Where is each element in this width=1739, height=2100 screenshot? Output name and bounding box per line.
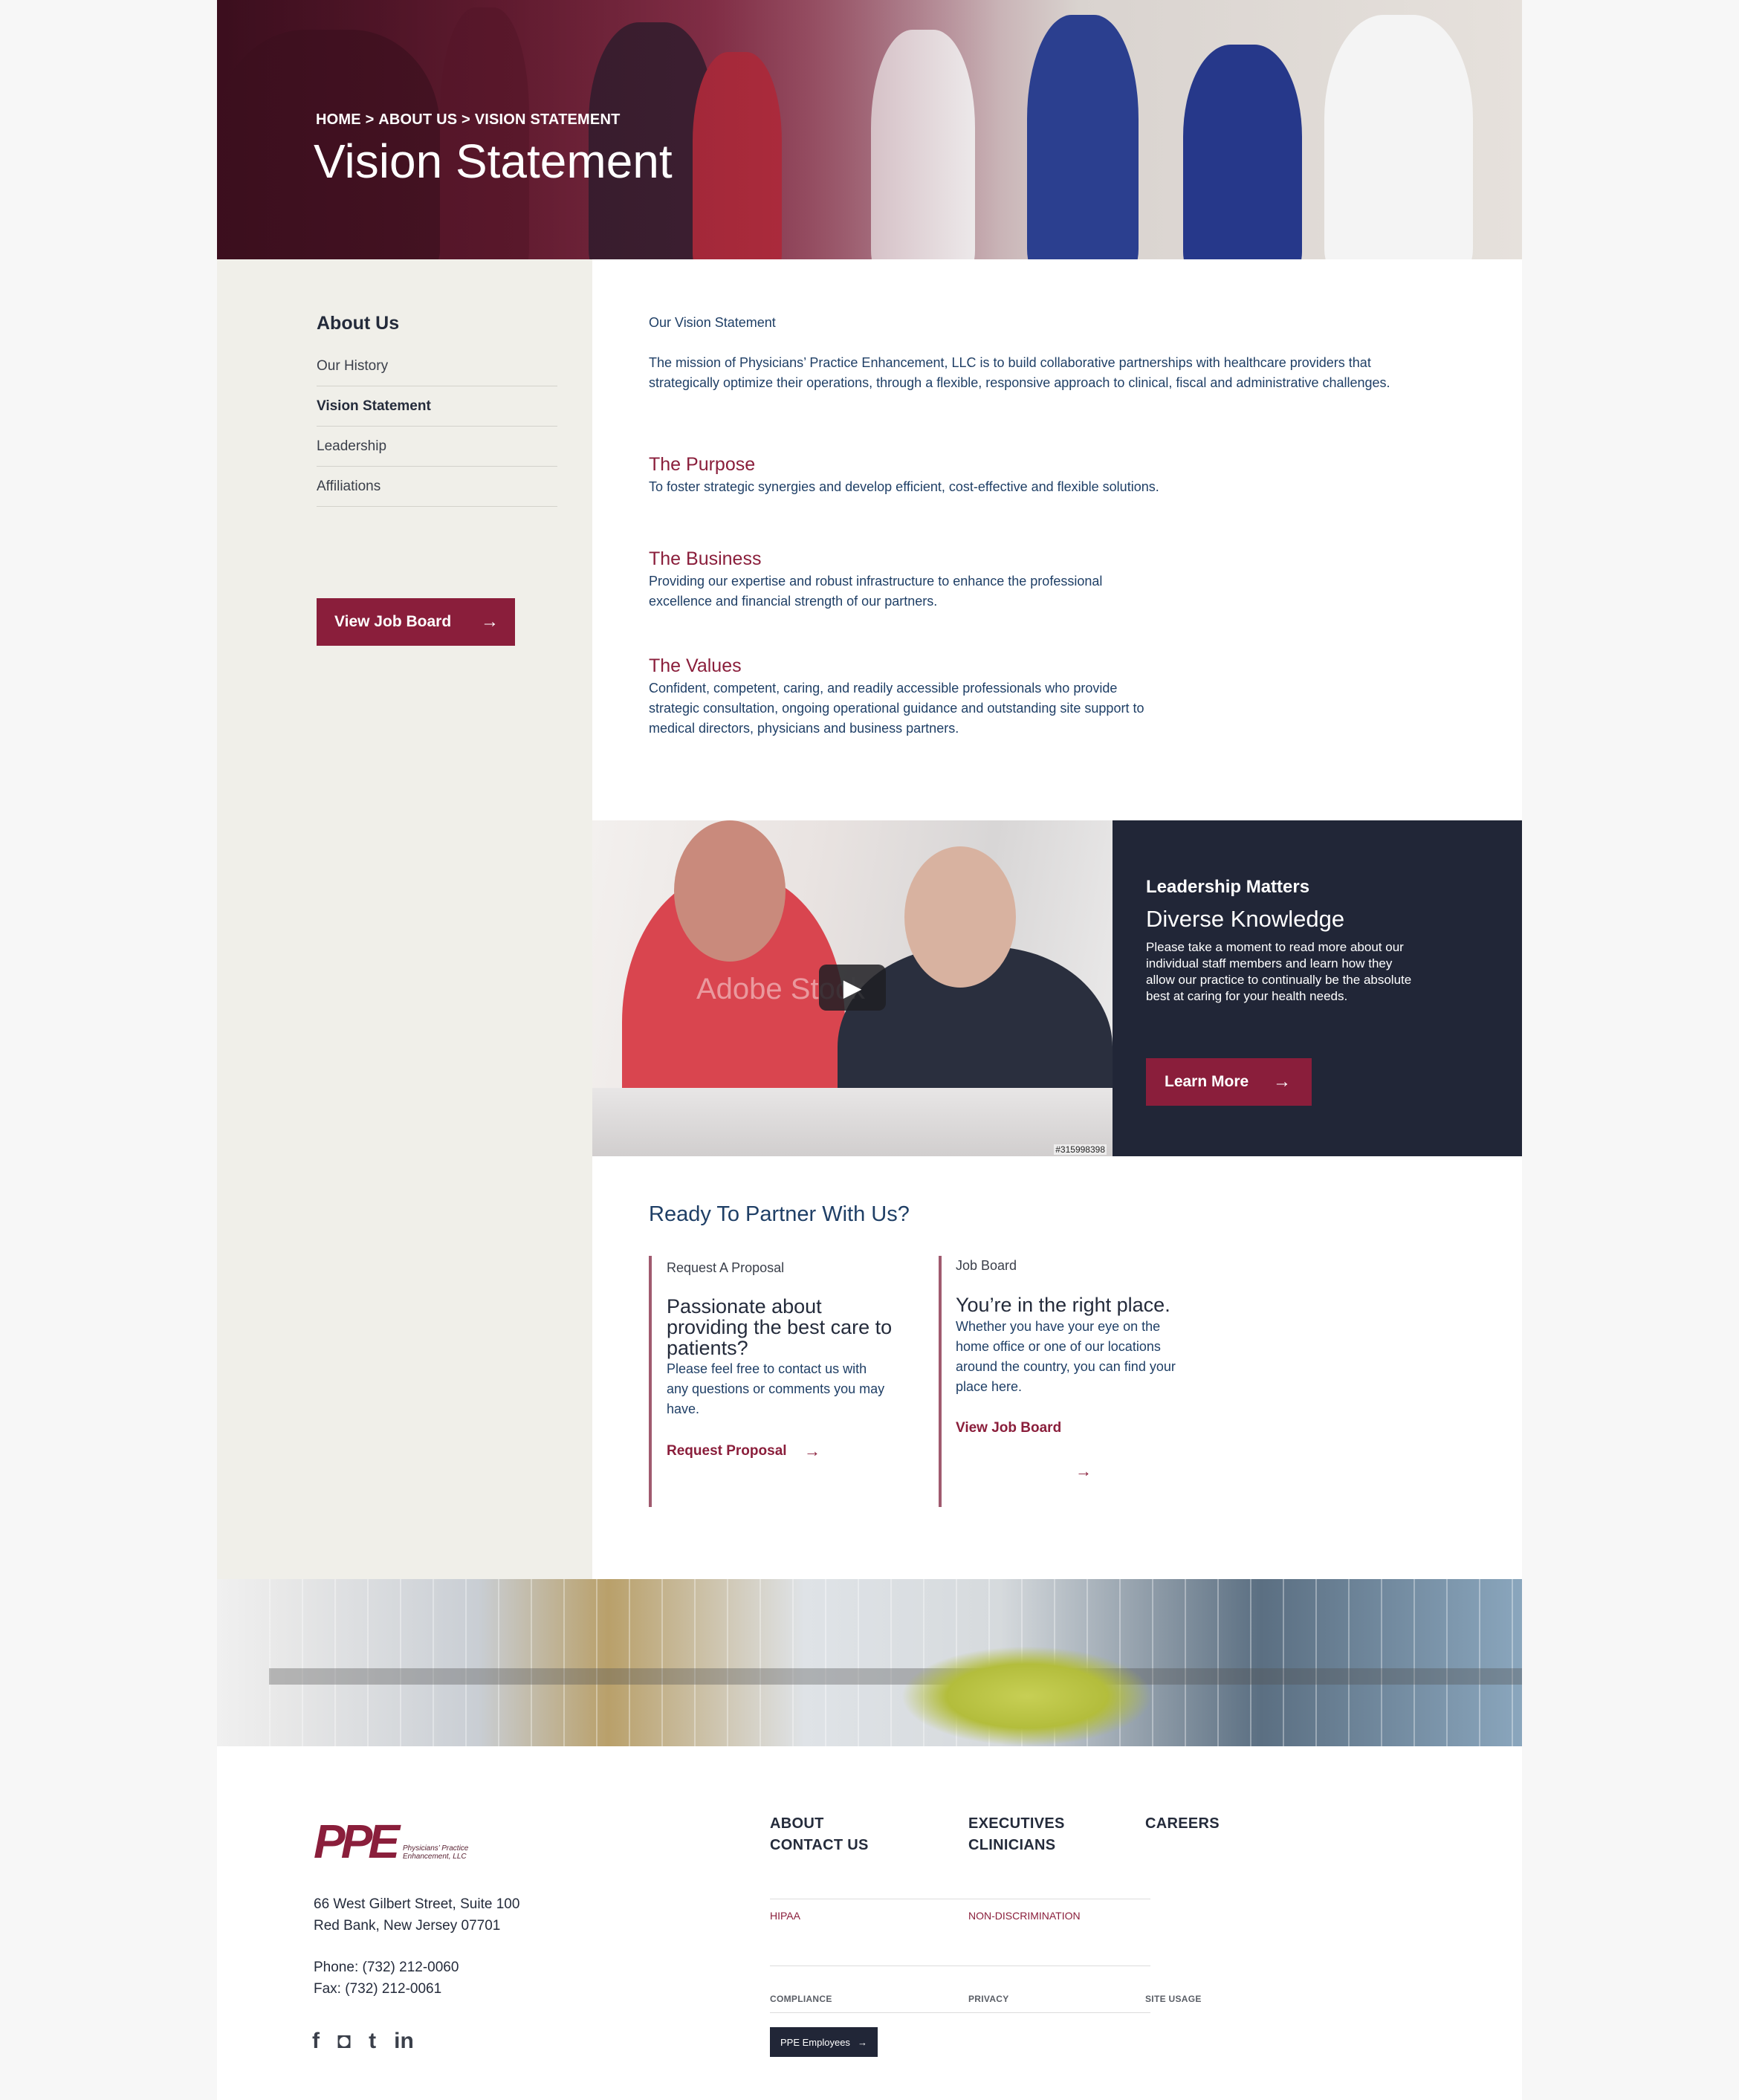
footer-divider: [770, 1965, 1150, 1966]
view-job-board-link[interactable]: View Job Board: [956, 1420, 1061, 1436]
request-proposal-link[interactable]: Request Proposal: [667, 1443, 787, 1459]
logo-mark: PPE: [314, 1815, 400, 1868]
video-person-head: [904, 846, 1016, 988]
footer-divider: [770, 2012, 1150, 2013]
footer-link-executives[interactable]: EXECUTIVES: [968, 1813, 1065, 1835]
job-board-label: Job Board: [956, 1258, 1017, 1273]
proposal-text: Please feel free to contact us with any …: [667, 1361, 885, 1416]
footer-link-hipaa[interactable]: HIPAA: [770, 1910, 800, 1922]
page-title: Vision Statement: [314, 135, 673, 188]
proposal-label: Request A Proposal: [667, 1260, 785, 1275]
sidebar-item-affiliations[interactable]: Affiliations: [317, 467, 557, 507]
sidebar-item-our-history[interactable]: Our History: [317, 346, 557, 386]
intro-text: The mission of Physicians’ Practice Enha…: [649, 355, 1390, 390]
building-trees: [901, 1646, 1153, 1746]
values-text: Confident, competent, caring, and readil…: [649, 681, 1144, 736]
fax-number: Fax: (732) 212-0061: [314, 1981, 442, 1997]
play-icon[interactable]: ▶: [819, 965, 886, 1011]
footer-link-careers[interactable]: CAREERS: [1145, 1813, 1220, 1835]
learn-more-button[interactable]: Learn More →: [1146, 1058, 1312, 1106]
footer-nav-col1: ABOUT CONTACT US: [770, 1813, 869, 1856]
building-floor: [269, 1668, 1522, 1685]
proposal-heading: Passionate about providing the best care…: [667, 1295, 893, 1359]
purpose-text: To foster strategic synergies and develo…: [649, 479, 1159, 494]
breadcrumb-home[interactable]: HOME: [316, 111, 361, 129]
sidebar: About Us Our History Vision Statement Le…: [217, 259, 592, 1579]
breadcrumb-about[interactable]: ABOUT US: [378, 111, 457, 129]
ppe-employees-button[interactable]: PPE Employees →: [770, 2027, 878, 2057]
values-title: The Values: [649, 655, 742, 676]
footer-link-clinicians[interactable]: CLINICIANS: [968, 1835, 1065, 1856]
hero-overlay: [217, 0, 1522, 259]
view-job-board-button[interactable]: View Job Board →: [317, 598, 515, 646]
view-job-board-label: View Job Board: [334, 613, 452, 630]
business-text: Providing our expertise and robust infra…: [649, 574, 1103, 609]
address: 66 West Gilbert Street, Suite 100 Red Ba…: [314, 1893, 519, 1937]
leadership-title: Diverse Knowledge: [1146, 906, 1345, 932]
arrow-right-icon: →: [481, 612, 499, 632]
learn-more-label: Learn More: [1165, 1073, 1249, 1090]
purpose-title: The Purpose: [649, 454, 756, 475]
video-id: #315998398: [1054, 1144, 1107, 1155]
footer-link-site-usage[interactable]: SITE USAGE: [1145, 1994, 1202, 2004]
page: HOME > ABOUT US > VISION STATEMENT Visio…: [217, 0, 1522, 2100]
twitter-icon[interactable]: t: [369, 2029, 376, 2054]
building-windows: [269, 1579, 1522, 1746]
footer-link-privacy[interactable]: PRIVACY: [968, 1994, 1009, 2004]
leadership-text: Please take a moment to read more about …: [1146, 940, 1412, 1003]
arrow-right-icon[interactable]: →: [1075, 1462, 1092, 1481]
intro-title: Our Vision Statement: [649, 315, 776, 330]
ppe-logo[interactable]: PPE Physicians’ Practice Enhancement, LL…: [314, 1815, 468, 1868]
video-player[interactable]: Adobe Stock ▶ #315998398: [592, 820, 1113, 1156]
address-line: 66 West Gilbert Street, Suite 100: [314, 1896, 520, 1912]
ppe-employees-label: PPE Employees: [780, 2036, 850, 2048]
leadership-panel: Leadership Matters Diverse Knowledge Ple…: [1113, 820, 1522, 1156]
hero-banner: HOME > ABOUT US > VISION STATEMENT Visio…: [217, 0, 1522, 259]
footer-link-compliance[interactable]: COMPLIANCE: [770, 1994, 832, 2004]
linkedin-icon[interactable]: in: [394, 2029, 414, 2054]
arrow-right-icon: →: [1273, 1072, 1291, 1092]
arrow-right-icon: →: [858, 2036, 867, 2048]
sidebar-item-vision-statement[interactable]: Vision Statement: [317, 386, 557, 427]
logo-text: Physicians’ Practice Enhancement, LLC: [403, 1844, 469, 1861]
social-links: f ◘ t in: [312, 2029, 414, 2054]
column-divider: [649, 1256, 652, 1507]
leadership-kicker: Leadership Matters: [1146, 877, 1310, 897]
instagram-icon[interactable]: ◘: [337, 2029, 351, 2054]
arrow-right-icon[interactable]: →: [804, 1442, 820, 1461]
footer-nav-col2: EXECUTIVES CLINICIANS: [968, 1813, 1065, 1856]
footer-link-contact[interactable]: CONTACT US: [770, 1835, 869, 1856]
breadcrumb-separator: >: [365, 111, 375, 128]
partner-title: Ready To Partner With Us?: [649, 1202, 910, 1226]
video-desk: [592, 1088, 1113, 1156]
job-board-heading: You’re in the right place.: [956, 1294, 1170, 1316]
sidebar-heading: About Us: [317, 313, 400, 334]
sidebar-menu: Our History Vision Statement Leadership …: [317, 346, 557, 507]
column-divider: [939, 1256, 942, 1507]
building-photo: [217, 1579, 1522, 1746]
business-title: The Business: [649, 548, 762, 569]
phone-number: Phone: (732) 212-0060: [314, 1960, 459, 1975]
breadcrumb: HOME > ABOUT US > VISION STATEMENT: [316, 111, 621, 129]
address-line: Red Bank, New Jersey 07701: [314, 1918, 501, 1934]
facebook-icon[interactable]: f: [312, 2029, 320, 2054]
breadcrumb-separator: >: [462, 111, 470, 128]
breadcrumb-current: VISION STATEMENT: [474, 111, 621, 128]
footer-link-non-discrimination[interactable]: NON-DISCRIMINATION: [968, 1910, 1081, 1922]
footer-link-about[interactable]: ABOUT: [770, 1813, 869, 1835]
video-person-head: [674, 820, 786, 962]
contact-numbers: Phone: (732) 212-0060 Fax: (732) 212-006…: [314, 1957, 459, 2000]
sidebar-item-leadership[interactable]: Leadership: [317, 427, 557, 467]
job-board-text: Whether you have your eye on the home of…: [956, 1319, 1176, 1394]
